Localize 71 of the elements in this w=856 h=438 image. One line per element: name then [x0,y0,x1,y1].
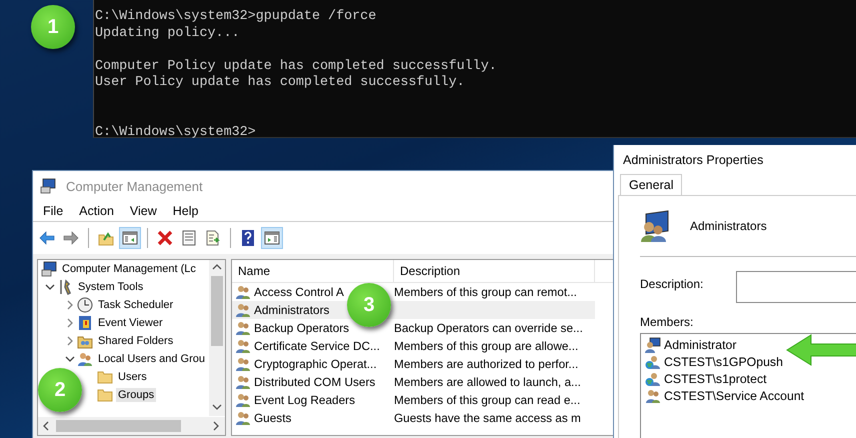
console-tree-icon[interactable] [119,227,141,249]
window-title: Computer Management [66,178,203,194]
console-prompt: C:\Windows\system32> [95,124,256,141]
group-icon [235,320,251,336]
tree-item[interactable]: Users [116,370,149,384]
field-label: Description: [640,277,704,293]
group-name[interactable]: Cryptographic Operat... [254,357,377,371]
group-icon [235,374,251,390]
tools-icon [57,279,73,295]
tree-item[interactable]: System Tools [76,280,146,294]
group-name[interactable]: Certificate Service DC... [254,339,380,353]
group-icon [235,284,251,300]
folder-icon [97,387,113,403]
group-description: Members are allowed to launch, a... [394,375,581,389]
menu-item[interactable]: Help [172,204,198,218]
console-command: C:\Windows\system32>gpupdate /force [95,9,376,26]
computer-management-icon [40,178,56,194]
tree-item[interactable]: Event Viewer [96,316,165,330]
column-header[interactable]: Name [232,260,394,282]
tree-item[interactable]: Shared Folders [96,334,176,348]
collapse-chevron-icon[interactable] [44,282,56,292]
member-name[interactable]: CSTEST\s1protect [664,372,767,386]
group-icon [235,392,251,408]
group-name: Administrators [690,219,767,233]
users-icon [77,351,93,367]
pointer-arrow [786,334,856,366]
menu-item[interactable]: File [43,204,64,218]
field-label: Members: [640,315,694,329]
action-pane-icon[interactable] [261,227,283,249]
group-name[interactable]: Guests [254,411,292,425]
tree-item[interactable]: Local Users and Grou [96,352,207,366]
tree-item[interactable]: Computer Management (Lc [60,262,198,276]
group-name[interactable]: Backup Operators [254,321,350,335]
users-icon [645,388,661,404]
tree-item[interactable]: Groups [116,388,156,402]
tree-item[interactable]: Task Scheduler [96,298,176,312]
tab[interactable]: General [620,174,682,196]
group-icon [235,302,251,318]
folder-icon [97,369,113,385]
console-output: Updating policy... [95,26,240,42]
member-name[interactable]: CSTEST\s1GPOpush [664,354,783,368]
domain-user-icon [645,370,661,386]
column-header[interactable]: Description [394,260,595,282]
group-description: Guests have the same access as m [394,411,581,425]
event-log-icon [77,315,93,331]
group-description: Backup Operators can override se... [394,321,583,335]
menu-item[interactable]: View [130,204,157,218]
group-name[interactable]: Administrators [254,303,330,317]
group-icon [235,338,251,354]
computer-icon [41,261,57,277]
console-output: Computer Policy update has completed successfully. [95,58,497,75]
group-name[interactable]: Distributed COM Users [254,375,376,389]
group-name[interactable]: Event Log Readers [254,393,355,407]
group-icon [235,356,251,372]
menu-item[interactable]: Action [79,204,114,218]
member-name[interactable]: CSTEST\Service Account [664,388,804,402]
domain-user-icon [645,354,661,370]
description-field[interactable] [736,271,856,303]
console-output: User Policy update has completed successfully. [95,75,465,92]
group-description: Members of this group can remot... [394,285,577,299]
computer-user-icon [645,336,661,352]
step-badge: 1 [31,5,75,49]
group-description: Members of this group are allowe... [394,339,578,353]
member-name[interactable]: Administrator [664,338,736,352]
group-icon [235,410,251,426]
group-description: Members of this group can read e... [394,393,580,407]
window-title: Administrators Properties [622,152,764,169]
collapse-chevron-icon[interactable] [64,354,76,364]
group-name[interactable]: Access Control A [254,285,344,299]
clock-icon [77,297,93,313]
group-description: Members are authorized to perfor... [394,357,578,371]
